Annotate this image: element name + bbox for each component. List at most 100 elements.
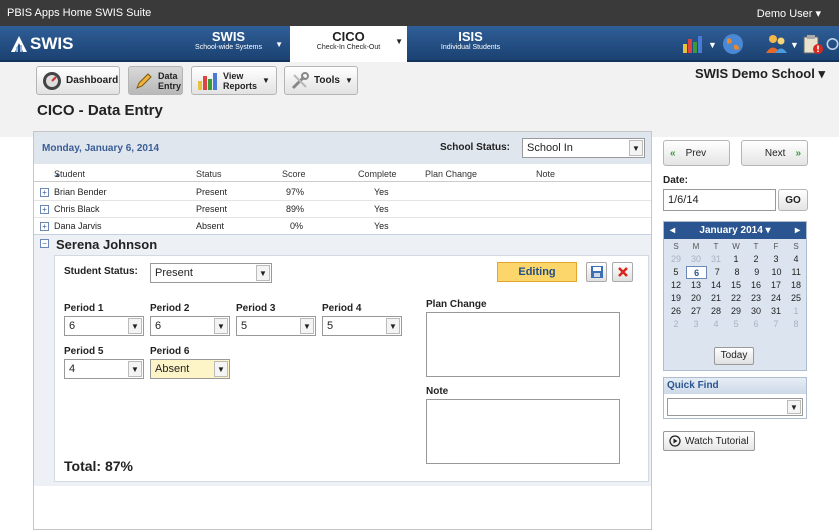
tab-cico[interactable]: CICO Check-In Check-Out ▼	[290, 26, 407, 62]
calendar-day[interactable]: 17	[766, 279, 786, 292]
chevron-right-icon[interactable]: ▸	[795, 222, 800, 239]
school-status-select[interactable]: School In ▼	[522, 138, 645, 158]
collapse-icon[interactable]: −	[40, 239, 49, 248]
tab-swis[interactable]: SWIS School-wide Systems ▼	[170, 29, 287, 59]
save-button[interactable]	[586, 262, 607, 282]
calendar-day[interactable]: 23	[746, 292, 766, 305]
calendar-day[interactable]: 30	[686, 253, 706, 266]
calendar-day[interactable]: 31	[706, 253, 726, 266]
calendar-day[interactable]: 8	[786, 318, 806, 331]
watch-tutorial-button[interactable]: Watch Tutorial	[663, 431, 755, 451]
calendar-day[interactable]: 3	[686, 318, 706, 331]
note-textarea[interactable]	[426, 399, 620, 464]
plan-change-textarea[interactable]	[426, 312, 620, 377]
swis-logo[interactable]: SWIS	[10, 34, 73, 54]
calendar-day[interactable]: 28	[706, 305, 726, 318]
table-row[interactable]: + Dana Jarvis Absent 0% Yes	[34, 218, 651, 235]
calendar-day[interactable]: 5	[666, 266, 686, 279]
calendar-day[interactable]: 27	[686, 305, 706, 318]
calendar-day[interactable]: 11	[786, 266, 806, 279]
calendar-day[interactable]: 6	[746, 318, 766, 331]
expand-icon[interactable]: +	[40, 222, 49, 231]
calendar-day[interactable]: 4	[786, 253, 806, 266]
prev-button[interactable]: « Prev	[663, 140, 730, 166]
quick-find-select[interactable]: ▼	[667, 398, 803, 416]
reports-icon[interactable]	[680, 32, 706, 56]
date-input[interactable]: 1/6/14	[663, 189, 776, 211]
calendar-week: 12 13 14 15 16 17 18	[666, 279, 806, 292]
school-selector[interactable]: SWIS Demo School ▾	[695, 66, 825, 82]
chevron-down-icon[interactable]: ▼	[708, 40, 717, 50]
tools-button[interactable]: Tools ▼	[284, 66, 358, 95]
delete-button[interactable]	[612, 262, 633, 282]
col-student[interactable]: Student ▲	[54, 169, 85, 179]
calendar-day[interactable]: 4	[706, 318, 726, 331]
calendar-day[interactable]: 10	[767, 266, 787, 279]
chevron-left-icon[interactable]: ◂	[670, 222, 675, 239]
dashboard-button[interactable]: Dashboard	[36, 66, 120, 95]
calendar-day[interactable]: 22	[726, 292, 746, 305]
view-reports-button[interactable]: View Reports ▼	[191, 66, 277, 95]
data-entry-button[interactable]: Data Entry	[128, 66, 183, 95]
calendar-day[interactable]: 15	[726, 279, 746, 292]
calendar-day[interactable]: 3	[766, 253, 786, 266]
calendar-day[interactable]: 9	[747, 266, 767, 279]
tab-isis[interactable]: ISIS Individual Students	[412, 29, 529, 59]
calendar-day[interactable]: 31	[766, 305, 786, 318]
period-6-select[interactable]: Absent ▼	[150, 359, 230, 379]
calendar-day[interactable]: 5	[726, 318, 746, 331]
calendar-day[interactable]: 8	[727, 266, 747, 279]
table-row[interactable]: + Brian Bender Present 97% Yes	[34, 184, 651, 201]
calendar-day[interactable]: 29	[726, 305, 746, 318]
calendar-weekdays: SMTWTFS	[666, 240, 806, 253]
calendar-day[interactable]: 2	[746, 253, 766, 266]
period-5-select[interactable]: 4 ▼	[64, 359, 144, 379]
go-button[interactable]: GO	[778, 189, 808, 211]
period-4-select[interactable]: 5 ▼	[322, 316, 402, 336]
pbis-apps-home-link[interactable]: PBIS Apps Home	[7, 7, 92, 19]
chevron-down-icon[interactable]: ▼	[790, 40, 799, 50]
calendar-day[interactable]: 12	[666, 279, 686, 292]
tab-swis-title: SWIS	[211, 29, 246, 44]
calendar-day[interactable]: 1	[786, 305, 806, 318]
calendar-day[interactable]: 1	[726, 253, 746, 266]
calendar-day[interactable]: 7	[766, 318, 786, 331]
next-button[interactable]: Next »	[741, 140, 808, 166]
period-3-select[interactable]: 5 ▼	[236, 316, 316, 336]
user-menu[interactable]: Demo User ▾	[757, 7, 821, 20]
calendar-day[interactable]: 25	[786, 292, 806, 305]
calendar-day[interactable]: 2	[666, 318, 686, 331]
table-row[interactable]: + Chris Black Present 89% Yes	[34, 201, 651, 218]
calendar-day[interactable]: 20	[686, 292, 706, 305]
calendar-day[interactable]: 26	[666, 305, 686, 318]
tab-cico-title: CICO	[332, 29, 365, 44]
calendar-day[interactable]: 16	[746, 279, 766, 292]
today-button[interactable]: Today	[714, 347, 754, 365]
calendar-day[interactable]: 6	[685, 266, 708, 279]
alerts-icon[interactable]	[800, 32, 826, 56]
calendar-day[interactable]: 24	[766, 292, 786, 305]
expand-icon[interactable]: +	[40, 205, 49, 214]
calendar-day[interactable]: 19	[666, 292, 686, 305]
calendar-day[interactable]: 30	[746, 305, 766, 318]
data-entry-label-line1: Data	[158, 70, 178, 81]
student-status-select[interactable]: Present ▼	[150, 263, 272, 283]
logout-icon[interactable]	[826, 32, 839, 56]
calendar-day[interactable]: 7	[707, 266, 727, 279]
expand-icon[interactable]: +	[40, 188, 49, 197]
calendar-day[interactable]: 21	[706, 292, 726, 305]
calendar-day[interactable]: 18	[786, 279, 806, 292]
calendar-day[interactable]: 29	[666, 253, 686, 266]
calendar-day[interactable]: 14	[706, 279, 726, 292]
plan-change-label: Plan Change	[426, 299, 487, 310]
period-2-select[interactable]: 6 ▼	[150, 316, 230, 336]
note-label: Note	[426, 386, 449, 397]
users-icon[interactable]	[764, 32, 790, 56]
swis-suite-link[interactable]: SWIS Suite	[95, 7, 151, 19]
calendar-weekday: S	[793, 242, 799, 251]
calendar-month-select[interactable]: January 2014 ▾	[699, 225, 770, 236]
period-2-label: Period 2	[150, 303, 190, 314]
calendar-day[interactable]: 13	[686, 279, 706, 292]
period-1-select[interactable]: 6 ▼	[64, 316, 144, 336]
globe-icon[interactable]	[720, 32, 746, 56]
